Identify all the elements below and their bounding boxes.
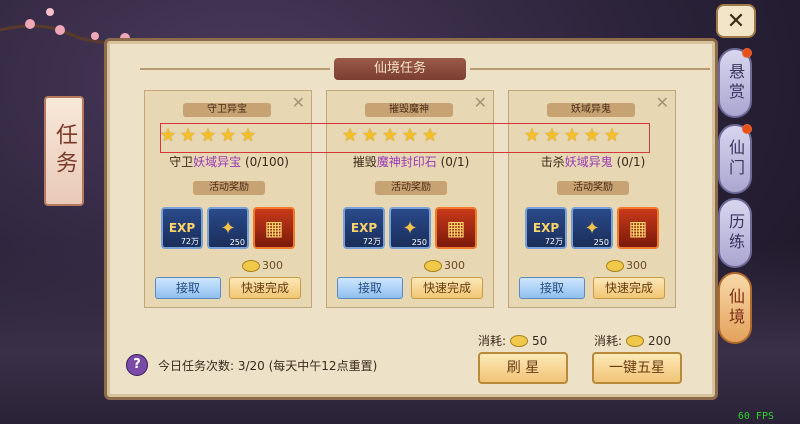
close-button[interactable]: ✕ [716,4,756,38]
task-description: 守卫妖域异宝 (0/100) [169,155,289,169]
reward-items: EXP 72万 ✦ 250 ▦ [161,207,295,249]
task-target: 妖域异鬼 [564,155,613,169]
eagle-badge-icon[interactable]: ✦ 250 [389,207,431,249]
task-tag: 摧毁魔神 [365,103,453,117]
reward-label: 活动奖励 [375,181,447,195]
reward-label: 活动奖励 [193,181,265,195]
treasure-chest-icon[interactable]: ▦ [617,207,659,249]
fps-counter: 60 FPS [737,411,774,422]
accept-button[interactable]: 接取 [337,277,403,299]
exp-icon[interactable]: EXP 72万 [343,207,385,249]
task-target: 妖域异宝 [193,155,242,169]
tab-sect[interactable]: 仙门 [718,124,752,194]
card-close-icon[interactable]: ✕ [292,93,305,112]
task-banner: 任务 [44,96,84,206]
task-target: 魔神封印石 [376,155,437,169]
quick-complete-button[interactable]: 快速完成 [593,277,665,299]
task-cost: 300 [242,259,283,272]
exp-icon[interactable]: EXP 72万 [161,207,203,249]
exp-icon[interactable]: EXP 72万 [525,207,567,249]
tab-training[interactable]: 历练 [718,198,752,268]
reward-label: 活动奖励 [557,181,629,195]
card-close-icon[interactable]: ✕ [656,93,669,112]
quick-complete-button[interactable]: 快速完成 [229,277,301,299]
task-tag: 妖域异鬼 [547,103,635,117]
title-divider-left [140,68,330,70]
tab-fairyland[interactable]: 仙境 [718,272,752,344]
accept-button[interactable]: 接取 [519,277,585,299]
gold-ingot-icon [626,334,645,347]
gold-ingot-icon [424,259,442,272]
panel-title: 仙境任务 [334,58,466,80]
five-star-cost: 消耗: 200 [594,333,671,349]
tab-bounty[interactable]: 悬赏 [718,48,752,118]
eagle-badge-icon[interactable]: ✦ 250 [207,207,249,249]
refresh-cost: 消耗: 50 [478,333,548,349]
treasure-chest-icon[interactable]: ▦ [435,207,477,249]
quick-complete-button[interactable]: 快速完成 [411,277,483,299]
treasure-chest-icon[interactable]: ▦ [253,207,295,249]
notification-dot [742,48,752,58]
gold-ingot-icon [510,334,529,347]
help-icon[interactable]: ? [126,354,148,376]
notification-dot [742,124,752,134]
reward-items: EXP 72万 ✦ 250 ▦ [525,207,659,249]
reward-items: EXP 72万 ✦ 250 ▦ [343,207,477,249]
task-cost: 300 [606,259,647,272]
task-tag: 守卫异宝 [183,103,271,117]
task-description: 摧毁魔神封印石 (0/1) [352,155,470,169]
gold-ingot-icon [606,259,624,272]
daily-task-count: 今日任务次数: 3/20 (每天中午12点重置) [158,358,378,373]
daily-info: ? 今日任务次数: 3/20 (每天中午12点重置) [126,354,377,376]
eagle-badge-icon[interactable]: ✦ 250 [571,207,613,249]
gold-ingot-icon [242,259,260,272]
x-icon: ✕ [726,8,746,34]
title-divider-right [470,68,710,70]
accept-button[interactable]: 接取 [155,277,221,299]
card-close-icon[interactable]: ✕ [474,93,487,112]
refresh-stars-button[interactable]: 刷 星 [478,352,568,384]
task-cost: 300 [424,259,465,272]
task-description: 击杀妖域异鬼 (0/1) [540,155,646,169]
one-click-five-star-button[interactable]: 一键五星 [592,352,682,384]
star-row-highlight [160,123,650,153]
